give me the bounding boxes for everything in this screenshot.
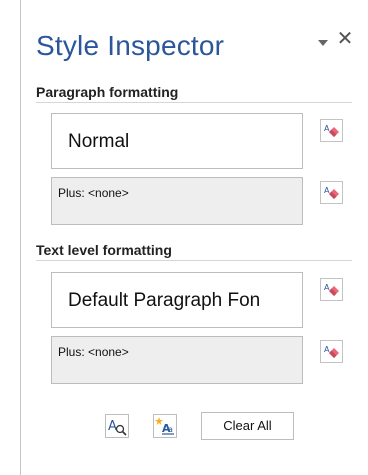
paragraph-plus-box[interactable]: Plus: <none> [51,177,303,225]
svg-text:A: A [108,419,117,434]
eraser-icon: A [324,345,339,358]
dropdown-caret-icon[interactable] [318,40,328,46]
reset-paragraph-style-button[interactable]: A [320,119,343,142]
section-divider [36,102,352,103]
svg-text:A: A [324,124,330,133]
new-style-button[interactable]: A a [153,414,177,438]
reveal-formatting-button[interactable]: A [105,414,129,438]
clear-all-button[interactable]: Clear All [201,412,294,440]
eraser-icon: A [324,283,339,296]
text-level-plus-box[interactable]: Plus: <none> [51,336,303,384]
eraser-icon: A [324,186,339,199]
svg-text:A: A [324,186,330,195]
pane-title: Style Inspector [36,30,225,61]
reset-text-style-button[interactable]: A [320,278,343,301]
new-style-icon: A a [155,417,174,435]
eraser-icon: A [324,124,339,137]
paragraph-style-box[interactable]: Normal [51,113,303,169]
section-divider [36,260,352,261]
style-inspector-pane [20,0,366,475]
text-level-formatting-header: Text level formatting [36,242,172,258]
close-icon[interactable]: ✕ [336,29,354,49]
svg-text:A: A [324,345,330,354]
svg-text:a: a [168,425,173,434]
reveal-formatting-icon: A [108,419,127,436]
clear-text-formatting-button[interactable]: A [320,340,343,363]
text-level-style-box[interactable]: Default Paragraph Fon [51,272,303,328]
svg-text:A: A [324,283,330,292]
paragraph-formatting-header: Paragraph formatting [36,84,179,100]
clear-paragraph-formatting-button[interactable]: A [320,181,343,204]
pane-divider [20,0,21,475]
